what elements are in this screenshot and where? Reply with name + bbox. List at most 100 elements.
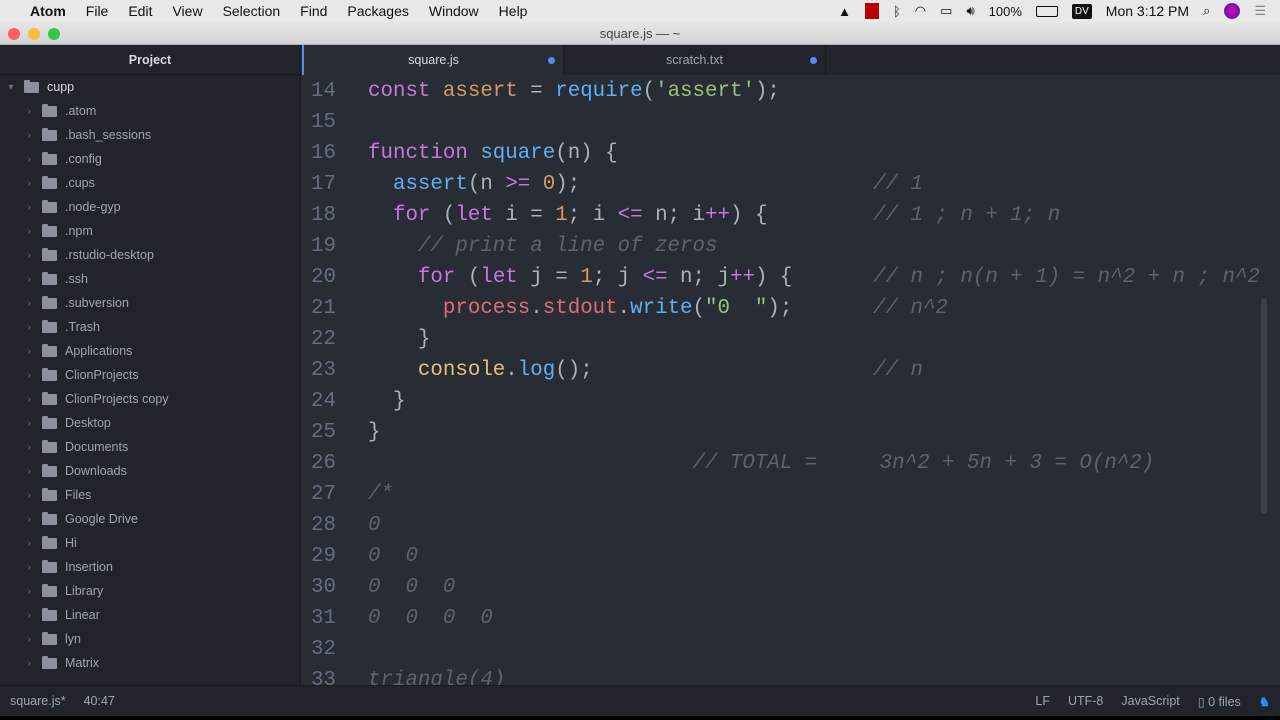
close-button[interactable] [8,28,20,40]
menu-window[interactable]: Window [419,3,489,19]
tab-scratch-txt[interactable]: scratch.txt [564,45,826,75]
battery-icon[interactable] [1035,5,1058,17]
folder-icon [42,151,57,165]
chevron-right-icon: › [27,441,31,453]
code-token: <= [617,204,643,227]
drive-icon[interactable]: ▲ [838,4,851,19]
tree-item[interactable]: › Files [0,483,300,507]
tree-item-label: Desktop [65,416,111,430]
menu-help[interactable]: Help [489,3,538,19]
code-line: 33 triangle(4) [302,665,1270,685]
chevron-right-icon: › [27,537,31,549]
code-line: 14 const assert = require('assert'); [302,76,1270,107]
menu-find[interactable]: Find [290,3,337,19]
tree-item-label: .rstudio-desktop [65,248,154,262]
menu-file[interactable]: File [76,3,119,19]
menu-edit[interactable]: Edit [118,3,162,19]
wifi-icon[interactable]: ◠ [915,3,926,19]
tree-item[interactable]: › .subversion [0,291,300,315]
code-comment: // 1 ; n + 1; n [873,204,1061,227]
tree-item[interactable]: › .rstudio-desktop [0,243,300,267]
chevron-right-icon: › [27,585,31,597]
tree-item[interactable]: › ClionProjects copy [0,387,300,411]
modified-dot-icon[interactable] [810,57,817,64]
film-icon[interactable] [864,3,879,19]
line-number: 20 [311,266,336,289]
volume-icon[interactable]: 🔊︎ [966,3,974,19]
tree-item[interactable]: › .atom [0,99,300,123]
modified-dot-icon[interactable] [548,57,555,64]
line-number: 31 [311,607,336,630]
tree-item[interactable]: › .ssh [0,267,300,291]
tree-item[interactable]: › Documents [0,435,300,459]
code-token: /* [368,483,393,506]
code-token: ; j [592,266,643,289]
notification-icon[interactable]: ☰ [1254,3,1266,19]
code-text: } [368,417,380,448]
code-token: require [555,80,643,103]
squirrel-icon[interactable]: ♞ [1259,694,1270,709]
dv-icon[interactable]: DV [1071,3,1092,19]
status-grammar[interactable]: JavaScript [1121,694,1179,708]
line-number: 15 [311,111,336,134]
tree-item[interactable]: › .Trash [0,315,300,339]
chevron-down-icon: ▾ [8,81,14,93]
tree-item[interactable]: › .npm [0,219,300,243]
folder-icon [42,391,57,405]
tab-square-js[interactable]: square.js [302,45,564,75]
tree-item-label: .ssh [65,272,88,286]
tree-item[interactable]: › .config [0,147,300,171]
tree-item[interactable]: › .bash_sessions [0,123,300,147]
tree-item[interactable]: › Library [0,579,300,603]
chevron-right-icon: › [27,489,31,501]
tree-item[interactable]: › Desktop [0,411,300,435]
tab-bar: square.js scratch.txt [302,45,1280,75]
zoom-button[interactable] [48,28,60,40]
tree-item[interactable]: › Insertion [0,555,300,579]
status-cursor[interactable]: 40:47 [84,694,115,708]
line-number: 24 [311,390,336,413]
clock[interactable]: Mon 3:12 PM [1106,3,1189,19]
tree-root[interactable]: ▾ cupp [0,75,300,99]
code-text: const assert = require('assert'); [368,76,780,107]
tree-item[interactable]: › Applications [0,339,300,363]
tree-item[interactable]: › lyn [0,627,300,651]
tree-item[interactable]: › Hi [0,531,300,555]
tree-item-label: .node-gyp [65,200,121,214]
line-number: 26 [311,452,336,475]
folder-icon [42,559,57,573]
menu-app-name[interactable]: Atom [20,3,76,19]
minimize-button[interactable] [28,28,40,40]
status-encoding[interactable]: UTF-8 [1068,694,1103,708]
airplay-icon[interactable]: ▭ [940,3,952,19]
tree-item[interactable]: › Downloads [0,459,300,483]
tree-item[interactable]: › Linear [0,603,300,627]
line-number: 23 [311,359,336,382]
tree-item-label: .Trash [65,320,100,334]
tree-item[interactable]: › ClionProjects [0,363,300,387]
tree-item[interactable]: › Matrix [0,651,300,675]
tree-item[interactable]: › .cups [0,171,300,195]
chevron-right-icon: › [27,465,31,477]
folder-icon [42,295,57,309]
code-token: 1 [580,266,593,289]
tree-item[interactable]: › .node-gyp [0,195,300,219]
tree-item-label: Documents [65,440,129,454]
code-line: 16 function square(n) { [302,138,1270,169]
bluetooth-icon[interactable]: ᛒ [893,4,901,19]
menu-selection[interactable]: Selection [213,3,291,19]
code-token: >= [505,173,531,196]
menu-view[interactable]: View [162,3,212,19]
menu-packages[interactable]: Packages [337,3,418,19]
siri-icon[interactable] [1224,3,1241,19]
status-git[interactable]: ▯ 0 files [1198,694,1241,709]
code-editor[interactable]: 14 const assert = require('assert'); 15 16 f… [302,76,1270,685]
search-icon[interactable]: ⌕ [1203,3,1210,19]
code-line: 17 assert(n >= 0); // 1 [302,169,1270,200]
code-text: } [368,324,431,355]
status-eol[interactable]: LF [1035,694,1050,708]
tree-item[interactable]: › Google Drive [0,507,300,531]
code-text: assert(n >= 0); [368,169,580,200]
status-file[interactable]: square.js* [10,694,66,708]
